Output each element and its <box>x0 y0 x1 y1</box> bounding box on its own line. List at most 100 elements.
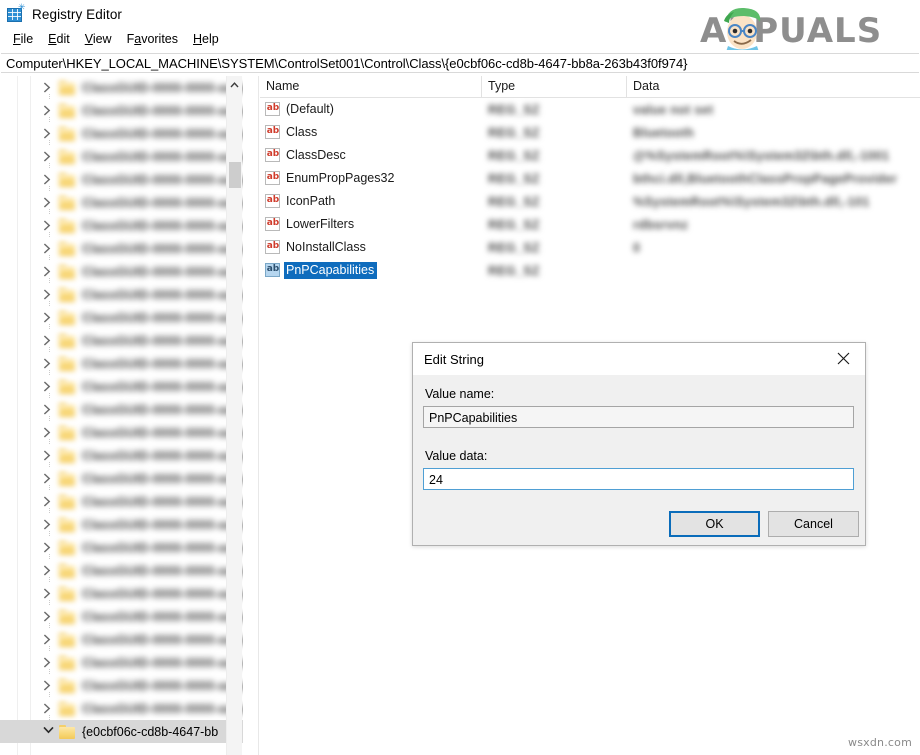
chevron-right-icon[interactable] <box>43 403 55 416</box>
chevron-right-icon[interactable] <box>43 587 55 600</box>
column-header-type[interactable]: Type <box>482 76 627 98</box>
value-data-label: Value data: <box>425 449 488 463</box>
tree-row[interactable]: ClassGUID-0000-0000-aaaa-0001 <box>0 421 258 445</box>
tree-row[interactable]: ClassGUID-0000-0000-aaaa-0001 <box>0 444 258 468</box>
cancel-button[interactable]: Cancel <box>768 511 859 537</box>
chevron-right-icon[interactable] <box>43 334 55 347</box>
address-bar[interactable]: Computer\HKEY_LOCAL_MACHINE\SYSTEM\Contr… <box>1 53 919 73</box>
folder-icon <box>59 425 76 440</box>
table-row[interactable]: ab (Default) REG_SZ value not set <box>260 98 920 121</box>
chevron-right-icon[interactable] <box>43 472 55 485</box>
table-row[interactable]: ab ClassDesc REG_SZ @%SystemRoot%\System32\… <box>260 144 920 167</box>
chevron-right-icon[interactable] <box>43 219 55 232</box>
tree-row[interactable]: ClassGUID-0000-0000-aaaa-0001 <box>0 490 258 514</box>
value-type-cell: REG_SZ <box>488 102 540 117</box>
tree-row[interactable]: ClassGUID-0000-0000-aaaa-0001 <box>0 168 258 192</box>
tree-vertical-scrollbar[interactable] <box>226 76 242 755</box>
tree-row[interactable]: ClassGUID-0000-0000-aaaa-0001 <box>0 513 258 537</box>
chevron-right-icon[interactable] <box>43 288 55 301</box>
folder-icon <box>59 448 76 463</box>
tree-row[interactable]: ClassGUID-0000-0000-aaaa-0001 <box>0 76 258 100</box>
chevron-right-icon[interactable] <box>43 541 55 554</box>
chevron-right-icon[interactable] <box>43 265 55 278</box>
tree-row[interactable]: ClassGUID-0000-0000-aaaa-0001 <box>0 214 258 238</box>
chevron-right-icon[interactable] <box>43 564 55 577</box>
table-row[interactable]: ab IconPath REG_SZ %SystemRoot%\System32\bt… <box>260 190 920 213</box>
chevron-right-icon[interactable] <box>43 495 55 508</box>
chevron-right-icon[interactable] <box>43 127 55 140</box>
chevron-right-icon[interactable] <box>43 656 55 669</box>
menu-item-help[interactable]: Help <box>186 30 227 48</box>
table-row[interactable]: ab Class REG_SZ Bluetooth <box>260 121 920 144</box>
folder-icon <box>59 632 76 647</box>
tree-row[interactable]: ClassGUID-0000-0000-aaaa-0001 <box>0 237 258 261</box>
tree-row[interactable]: ClassGUID-0000-0000-aaaa-0001 <box>0 467 258 491</box>
chevron-right-icon[interactable] <box>43 426 55 439</box>
value-name-input[interactable] <box>423 406 854 428</box>
tree-row[interactable]: ClassGUID-0000-0000-aaaa-0001 <box>0 605 258 629</box>
chevron-right-icon[interactable] <box>43 357 55 370</box>
table-row[interactable]: ab LowerFilters REG_SZ rdbsrvnz <box>260 213 920 236</box>
folder-icon <box>59 287 76 302</box>
chevron-right-icon[interactable] <box>43 196 55 209</box>
tree-row[interactable]: ClassGUID-0000-0000-aaaa-0001 <box>0 536 258 560</box>
tree-row[interactable]: ClassGUID-0000-0000-aaaa-0001 <box>0 306 258 330</box>
column-header-name[interactable]: Name <box>260 76 482 98</box>
tree-row[interactable]: ClassGUID-0000-0000-aaaa-0001 <box>0 352 258 376</box>
tree-row[interactable]: ClassGUID-0000-0000-aaaa-0001 <box>0 697 258 721</box>
folder-icon <box>59 701 76 716</box>
tree-row[interactable]: ClassGUID-0000-0000-aaaa-0001 <box>0 582 258 606</box>
folder-icon <box>59 103 76 118</box>
table-row[interactable]: ab EnumPropPages32 REG_SZ bthci.dll,Bluetoo… <box>260 167 920 190</box>
chevron-right-icon[interactable] <box>43 679 55 692</box>
chevron-right-icon[interactable] <box>43 633 55 646</box>
chevron-right-icon[interactable] <box>43 610 55 623</box>
tree-row[interactable]: ClassGUID-0000-0000-aaaa-0001 <box>0 674 258 698</box>
menu-item-edit[interactable]: Edit <box>41 30 78 48</box>
registry-key-tree[interactable]: ClassGUID-0000-0000-aaaa-0001ClassGUID-0… <box>0 76 259 755</box>
tree-row[interactable]: ClassGUID-0000-0000-aaaa-0001 <box>0 628 258 652</box>
tree-row[interactable]: ClassGUID-0000-0000-aaaa-0001 <box>0 260 258 284</box>
table-row[interactable]: ab NoInstallClass REG_SZ 0 <box>260 236 920 259</box>
chevron-right-icon[interactable] <box>43 173 55 186</box>
chevron-right-icon[interactable] <box>43 449 55 462</box>
column-header-data[interactable]: Data <box>627 76 919 98</box>
tree-row[interactable]: ClassGUID-0000-0000-aaaa-0001 <box>0 375 258 399</box>
chevron-right-icon[interactable] <box>43 81 55 94</box>
tree-row[interactable]: ClassGUID-0000-0000-aaaa-0001 <box>0 651 258 675</box>
table-row-selected[interactable]: ab PnPCapabilities REG_SZ <box>260 259 920 282</box>
value-name-label: Value name: <box>425 387 495 401</box>
folder-icon <box>59 517 76 532</box>
menu-item-favorites[interactable]: Favorites <box>120 30 186 48</box>
chevron-up-icon[interactable] <box>227 76 242 93</box>
chevron-right-icon[interactable] <box>43 380 55 393</box>
tree-row[interactable]: ClassGUID-0000-0000-aaaa-0001 <box>0 283 258 307</box>
value-name-cell: Class <box>286 125 318 139</box>
menu-item-view[interactable]: View <box>78 30 120 48</box>
tree-row-selected[interactable]: {e0cbf06c-cd8b-4647-bb <box>0 720 243 743</box>
scrollbar-thumb[interactable] <box>229 162 241 188</box>
chevron-right-icon[interactable] <box>43 104 55 117</box>
value-data-cell: %SystemRoot%\System32\bth.dll,-101 <box>633 194 870 209</box>
ab-string-icon: ab <box>265 171 281 186</box>
ok-button[interactable]: OK <box>669 511 760 537</box>
chevron-right-icon[interactable] <box>43 518 55 531</box>
chevron-right-icon[interactable] <box>43 150 55 163</box>
ab-string-icon: ab <box>265 148 281 163</box>
folder-icon <box>59 609 76 624</box>
tree-row[interactable]: ClassGUID-0000-0000-aaaa-0001 <box>0 145 258 169</box>
tree-row[interactable]: ClassGUID-0000-0000-aaaa-0001 <box>0 398 258 422</box>
chevron-down-icon[interactable] <box>43 726 55 738</box>
tree-row[interactable]: ClassGUID-0000-0000-aaaa-0001 <box>0 99 258 123</box>
menu-item-file[interactable]: File <box>6 30 41 48</box>
chevron-right-icon[interactable] <box>43 702 55 715</box>
close-icon[interactable] <box>821 343 865 374</box>
tree-row[interactable]: ClassGUID-0000-0000-aaaa-0001 <box>0 122 258 146</box>
chevron-right-icon[interactable] <box>43 242 55 255</box>
tree-row[interactable]: ClassGUID-0000-0000-aaaa-0001 <box>0 329 258 353</box>
tree-row[interactable]: ClassGUID-0000-0000-aaaa-0001 <box>0 191 258 215</box>
folder-icon <box>59 80 76 95</box>
chevron-right-icon[interactable] <box>43 311 55 324</box>
value-data-input[interactable] <box>423 468 854 490</box>
tree-row[interactable]: ClassGUID-0000-0000-aaaa-0001 <box>0 559 258 583</box>
